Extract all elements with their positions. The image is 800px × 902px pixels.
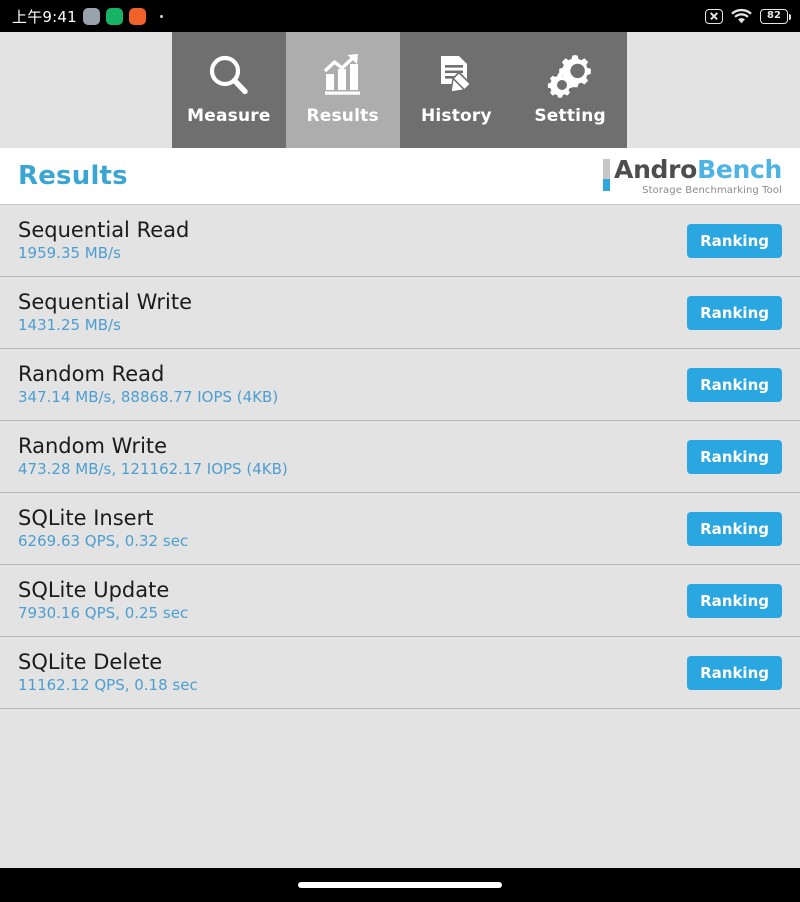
- battery-level: 82: [767, 10, 781, 21]
- result-row-texts: SQLite Update 7930.16 QPS, 0.25 sec: [18, 579, 188, 622]
- magnifier-icon: [206, 49, 252, 101]
- result-title: SQLite Insert: [18, 506, 154, 531]
- result-row[interactable]: SQLite Delete 11162.12 QPS, 0.18 sec Ranki…: [0, 637, 800, 709]
- result-row-texts: Sequential Write 1431.25 MB/s: [18, 291, 192, 334]
- result-row-texts: Random Read 347.14 MB/s, 88868.77 IOPS (4…: [18, 363, 278, 406]
- result-value: 7930.16 QPS, 0.25 sec: [18, 604, 189, 623]
- result-row-texts: Random Write 473.28 MB/s, 121162.17 IOPS …: [18, 435, 288, 478]
- ranking-button[interactable]: Ranking: [687, 367, 782, 402]
- overflow-dot-icon: [159, 14, 163, 18]
- tab-history-label: History: [420, 106, 492, 126]
- result-row-texts: Sequential Read 1959.35 MB/s: [18, 219, 189, 262]
- tab-setting[interactable]: Setting: [513, 32, 627, 148]
- ranking-button[interactable]: Ranking: [687, 295, 782, 330]
- ranking-button[interactable]: Ranking: [687, 511, 782, 546]
- list-empty-area: [0, 709, 800, 868]
- app-screen: 上午9:41 82 Measure Results History Settin…: [0, 0, 800, 902]
- result-title: Random Write: [18, 434, 168, 459]
- logo-andro: Andro: [614, 154, 698, 184]
- status-bar: 上午9:41 82: [0, 0, 800, 32]
- result-row[interactable]: SQLite Update 7930.16 QPS, 0.25 sec Rankin…: [0, 565, 800, 637]
- result-row[interactable]: Random Write 473.28 MB/s, 121162.17 IOPS …: [0, 421, 800, 493]
- home-indicator[interactable]: [298, 882, 502, 888]
- result-value: 1431.25 MB/s: [18, 316, 121, 335]
- logo-text: AndroBench Storage Benchmarking Tool: [614, 157, 782, 196]
- results-list: Sequential Read 1959.35 MB/s Ranking Sequen…: [0, 205, 800, 709]
- ranking-button[interactable]: Ranking: [687, 655, 782, 690]
- tab-measure[interactable]: Measure: [172, 32, 286, 148]
- result-title: Random Read: [18, 362, 165, 387]
- result-row[interactable]: Sequential Read 1959.35 MB/s Ranking: [0, 205, 800, 277]
- tab-measure-label: Measure: [187, 106, 271, 126]
- result-value: 347.14 MB/s, 88868.77 IOPS (4KB): [18, 388, 279, 407]
- gears-icon: [547, 49, 593, 101]
- page-title: Results: [18, 161, 128, 191]
- tab-history[interactable]: History: [399, 32, 514, 148]
- result-value: 6269.63 QPS, 0.32 sec: [18, 532, 189, 551]
- result-row[interactable]: Random Read 347.14 MB/s, 88868.77 IOPS (4…: [0, 349, 800, 421]
- gray-app-icon: [82, 7, 100, 25]
- result-row-texts: SQLite Delete 11162.12 QPS, 0.18 sec: [18, 651, 198, 694]
- result-value: 11162.12 QPS, 0.18 sec: [18, 676, 198, 695]
- page-header: Results AndroBench Storage Benchmarking …: [0, 148, 800, 205]
- result-title: SQLite Delete: [18, 650, 163, 675]
- result-row-texts: SQLite Insert 6269.63 QPS, 0.32 sec: [18, 507, 188, 550]
- result-title: Sequential Write: [18, 290, 193, 315]
- tab-bar-container: Measure Results History Setting: [0, 32, 800, 148]
- result-title: Sequential Read: [18, 218, 190, 243]
- ranking-button[interactable]: Ranking: [687, 583, 782, 618]
- mute-icon: [705, 8, 723, 24]
- logo-bar-icon: [603, 158, 611, 191]
- result-row[interactable]: Sequential Write 1431.25 MB/s Ranking: [0, 277, 800, 349]
- result-value: 473.28 MB/s, 121162.17 IOPS (4KB): [18, 460, 288, 479]
- status-clock: 上午9:41: [12, 7, 77, 26]
- status-bar-right: 82: [705, 8, 792, 24]
- logo-bench: Bench: [697, 154, 782, 184]
- system-nav-bar: [0, 868, 800, 902]
- result-title: SQLite Update: [18, 578, 170, 603]
- result-value: 1959.35 MB/s: [18, 244, 121, 263]
- logo-wordmark: AndroBench: [614, 157, 782, 182]
- status-bar-left: 上午9:41: [12, 6, 163, 27]
- wifi-icon: [731, 8, 752, 24]
- result-row[interactable]: SQLite Insert 6269.63 QPS, 0.32 sec Rankin…: [0, 493, 800, 565]
- document-pencil-icon: [433, 49, 479, 101]
- bar-chart-arrow-icon: [320, 49, 366, 101]
- ranking-button[interactable]: Ranking: [687, 223, 782, 258]
- battery-icon: 82: [760, 8, 792, 24]
- tab-results-label: Results: [306, 106, 379, 126]
- logo-subtitle: Storage Benchmarking Tool: [642, 184, 782, 196]
- tab-results[interactable]: Results: [285, 32, 400, 148]
- tab-setting-label: Setting: [534, 106, 606, 126]
- androbench-logo: AndroBench Storage Benchmarking Tool: [603, 157, 782, 196]
- ranking-button[interactable]: Ranking: [687, 439, 782, 474]
- green-app-icon: [105, 7, 123, 25]
- orange-app-icon: [128, 7, 146, 25]
- tab-bar: Measure Results History Setting: [172, 32, 627, 148]
